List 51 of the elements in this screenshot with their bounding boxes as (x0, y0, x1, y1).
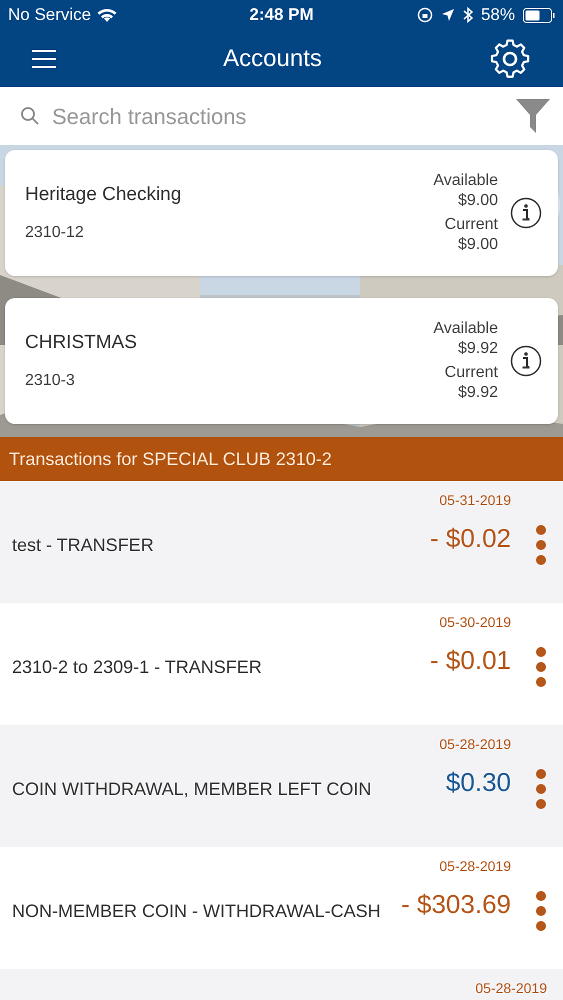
transaction-description: test - TRANSFER (12, 534, 154, 557)
account-name: CHRISTMAS (25, 330, 138, 355)
transaction-description: NON-MEMBER COIN - WITHDRAWAL-CASH (12, 900, 381, 923)
more-icon[interactable] (535, 646, 547, 688)
page-title: Accounts (223, 44, 322, 74)
current-label: Current (444, 363, 498, 383)
more-icon[interactable] (535, 768, 547, 810)
current-amount: $9.00 (458, 235, 498, 255)
filter-icon[interactable] (515, 98, 551, 134)
rotation-lock-icon (416, 7, 433, 23)
transaction-date: 05-28-2019 (475, 979, 547, 998)
available-amount: $9.00 (458, 191, 498, 211)
wifi-icon (97, 8, 118, 22)
transaction-date: 05-30-2019 (439, 613, 511, 632)
current-amount: $9.92 (458, 383, 498, 403)
location-icon (440, 8, 455, 22)
transaction-amount: - $0.02 (430, 522, 511, 555)
transaction-amount: - $303.69 (401, 888, 511, 921)
clock-text: 2:48 PM (249, 4, 314, 26)
available-label: Available (433, 171, 498, 191)
search-icon (20, 106, 40, 126)
current-label: Current (444, 215, 498, 235)
battery-icon (523, 8, 555, 22)
info-icon[interactable] (510, 345, 542, 377)
info-icon[interactable] (510, 197, 542, 229)
transaction-description: COIN WITHDRAWAL, MEMBER LEFT COIN (12, 778, 372, 801)
transaction-date: 05-28-2019 (439, 857, 511, 876)
more-icon[interactable] (535, 524, 547, 566)
transaction-amount: - $0.01 (430, 644, 511, 677)
transaction-amount: $0.30 (446, 766, 511, 799)
transaction-date: 05-28-2019 (439, 735, 511, 754)
transaction-description: 2310-2 to 2309-1 - TRANSFER (12, 656, 262, 679)
transactions-header: Transactions for SPECIAL CLUB 2310-2 (0, 437, 563, 481)
account-number: 2310-12 (25, 223, 85, 244)
available-label: Available (433, 319, 498, 339)
transaction-row[interactable]: test - TRANSFER 05-31-2019 - $0.02 (0, 481, 563, 603)
settings-icon[interactable] (489, 38, 531, 80)
available-amount: $9.92 (458, 339, 498, 359)
search-field[interactable]: Search transactions (52, 100, 432, 132)
carrier-text: No Service (8, 4, 92, 26)
more-icon[interactable] (535, 890, 547, 932)
account-number: 2310-3 (25, 371, 76, 392)
bluetooth-icon (462, 7, 473, 23)
transaction-date: 05-31-2019 (439, 491, 511, 510)
menu-icon[interactable] (32, 48, 56, 68)
account-name: Heritage Checking (25, 182, 182, 207)
transaction-row[interactable]: 05-28-2019 (0, 969, 563, 1000)
transaction-row[interactable]: COIN WITHDRAWAL, MEMBER LEFT COIN 05-28-2019 $0.30 (0, 725, 563, 847)
account-card[interactable]: CHRISTMAS 2310-3 Available $9.92 Current $9.92 (5, 298, 558, 424)
battery-text: 58% (480, 4, 515, 26)
account-card[interactable]: Heritage Checking 2310-12 Available $9.00 Current $9.00 (5, 150, 558, 276)
